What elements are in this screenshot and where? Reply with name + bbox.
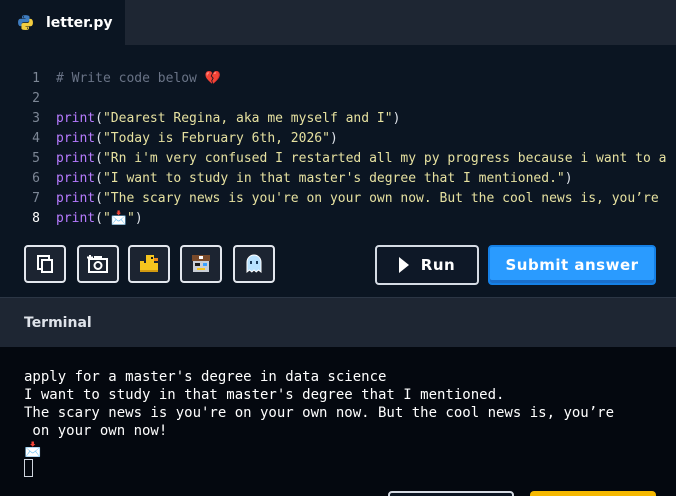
ghost-button[interactable] [233, 245, 275, 283]
pirate-bot-button[interactable] [180, 245, 222, 283]
code-token: ) [564, 171, 573, 186]
code-line[interactable]: 4 print("Today is February 6th, 2026") [0, 129, 676, 149]
terminal-secondary-button[interactable] [388, 491, 514, 496]
code-token: print [56, 111, 96, 126]
code-text: # Write code below 💔 [56, 69, 221, 89]
run-button[interactable]: Run [375, 245, 479, 285]
code-text: print("Rn i'm very confused I restarted … [56, 149, 667, 169]
editor-toolbar: Run Submit answer [0, 237, 676, 297]
line-number: 8 [32, 211, 40, 226]
code-token: "Rn i'm very confused I restarted all my… [102, 151, 667, 166]
line-number: 4 [32, 131, 40, 146]
code-token: print [56, 151, 96, 166]
code-token: "The scary news is you're on your own no… [102, 191, 659, 206]
play-icon [398, 257, 409, 273]
code-token: ) [392, 111, 401, 126]
code-token: print [56, 211, 96, 226]
code-token: "Today is February 6th, 2026" [102, 131, 330, 146]
duck-button[interactable] [128, 245, 170, 283]
line-number: 1 [32, 71, 40, 86]
terminal-line: The scary news is you're on your own now… [24, 405, 615, 421]
code-line[interactable]: 6 print("I want to study in that master's… [0, 169, 676, 189]
terminal-header: Terminal [0, 297, 676, 347]
code-line[interactable]: 7 print("The scary news is you're on your… [0, 189, 676, 209]
rubber-duck-icon [140, 255, 158, 272]
code-token: ( [95, 131, 103, 146]
terminal-title: Terminal [24, 314, 92, 331]
code-token: "I want to study in that master's degree… [102, 171, 565, 186]
code-token: ) [134, 211, 143, 226]
code-text: print("Dearest Regina, aka me myself and… [56, 109, 400, 129]
terminal-line: apply for a master's degree in data scie… [24, 369, 387, 385]
screenshot-button[interactable] [77, 245, 119, 283]
code-line[interactable]: 2 [0, 89, 676, 109]
code-token: ( [95, 171, 103, 186]
terminal-primary-button[interactable] [530, 491, 656, 496]
line-number: 2 [32, 91, 40, 106]
copy-icon [37, 255, 53, 273]
copy-button[interactable] [24, 245, 66, 283]
terminal-line: 📩 [24, 442, 42, 458]
code-text: print("I want to study in that master's … [56, 169, 573, 189]
tab-bar: letter.py [0, 0, 676, 45]
pirate-bot-icon [192, 255, 210, 272]
terminal-output[interactable]: apply for a master's degree in data scie… [0, 347, 676, 496]
code-token: ( [95, 211, 103, 226]
code-token: "Dearest Regina, aka me myself and I" [102, 111, 393, 126]
code-text: print("Today is February 6th, 2026") [56, 129, 338, 149]
code-line[interactable]: 5 print("Rn i'm very confused I restarted… [0, 149, 676, 169]
ghost-icon [246, 254, 262, 274]
tab-filename: letter.py [46, 14, 113, 31]
code-token: ( [95, 151, 103, 166]
code-text: print("📩") [56, 209, 143, 229]
code-token: 💔 [204, 71, 221, 86]
line-number: 3 [32, 111, 40, 126]
terminal-cursor [24, 459, 33, 477]
code-token: ( [95, 111, 103, 126]
code-token: print [56, 171, 96, 186]
code-token: # Write code below [56, 71, 205, 86]
code-line[interactable]: 3 print("Dearest Regina, aka me myself an… [0, 109, 676, 129]
code-line[interactable]: 8 print("📩") [0, 209, 676, 229]
terminal-line: on your own now! [24, 423, 168, 439]
code-text: print("The scary news is you're on your … [56, 189, 659, 209]
code-editor[interactable]: 1 # Write code below 💔 2 3 print("Dearest Re… [0, 45, 676, 237]
tab-letter-py[interactable]: letter.py [0, 0, 125, 45]
line-number: 5 [32, 151, 40, 166]
code-line[interactable]: 1 # Write code below 💔 [0, 69, 676, 89]
camera-icon [87, 255, 108, 273]
code-token: ) [329, 131, 338, 146]
code-token: "📩" [102, 211, 135, 226]
code-token: ( [95, 191, 103, 206]
code-token: print [56, 191, 96, 206]
python-icon [18, 15, 33, 30]
code-token: print [56, 131, 96, 146]
run-label: Run [420, 256, 456, 274]
terminal-line: I want to study in that master's degree … [24, 387, 505, 403]
line-number: 7 [32, 191, 40, 206]
submit-label: Submit answer [505, 256, 639, 274]
line-number: 6 [32, 171, 40, 186]
submit-answer-button[interactable]: Submit answer [488, 245, 656, 285]
